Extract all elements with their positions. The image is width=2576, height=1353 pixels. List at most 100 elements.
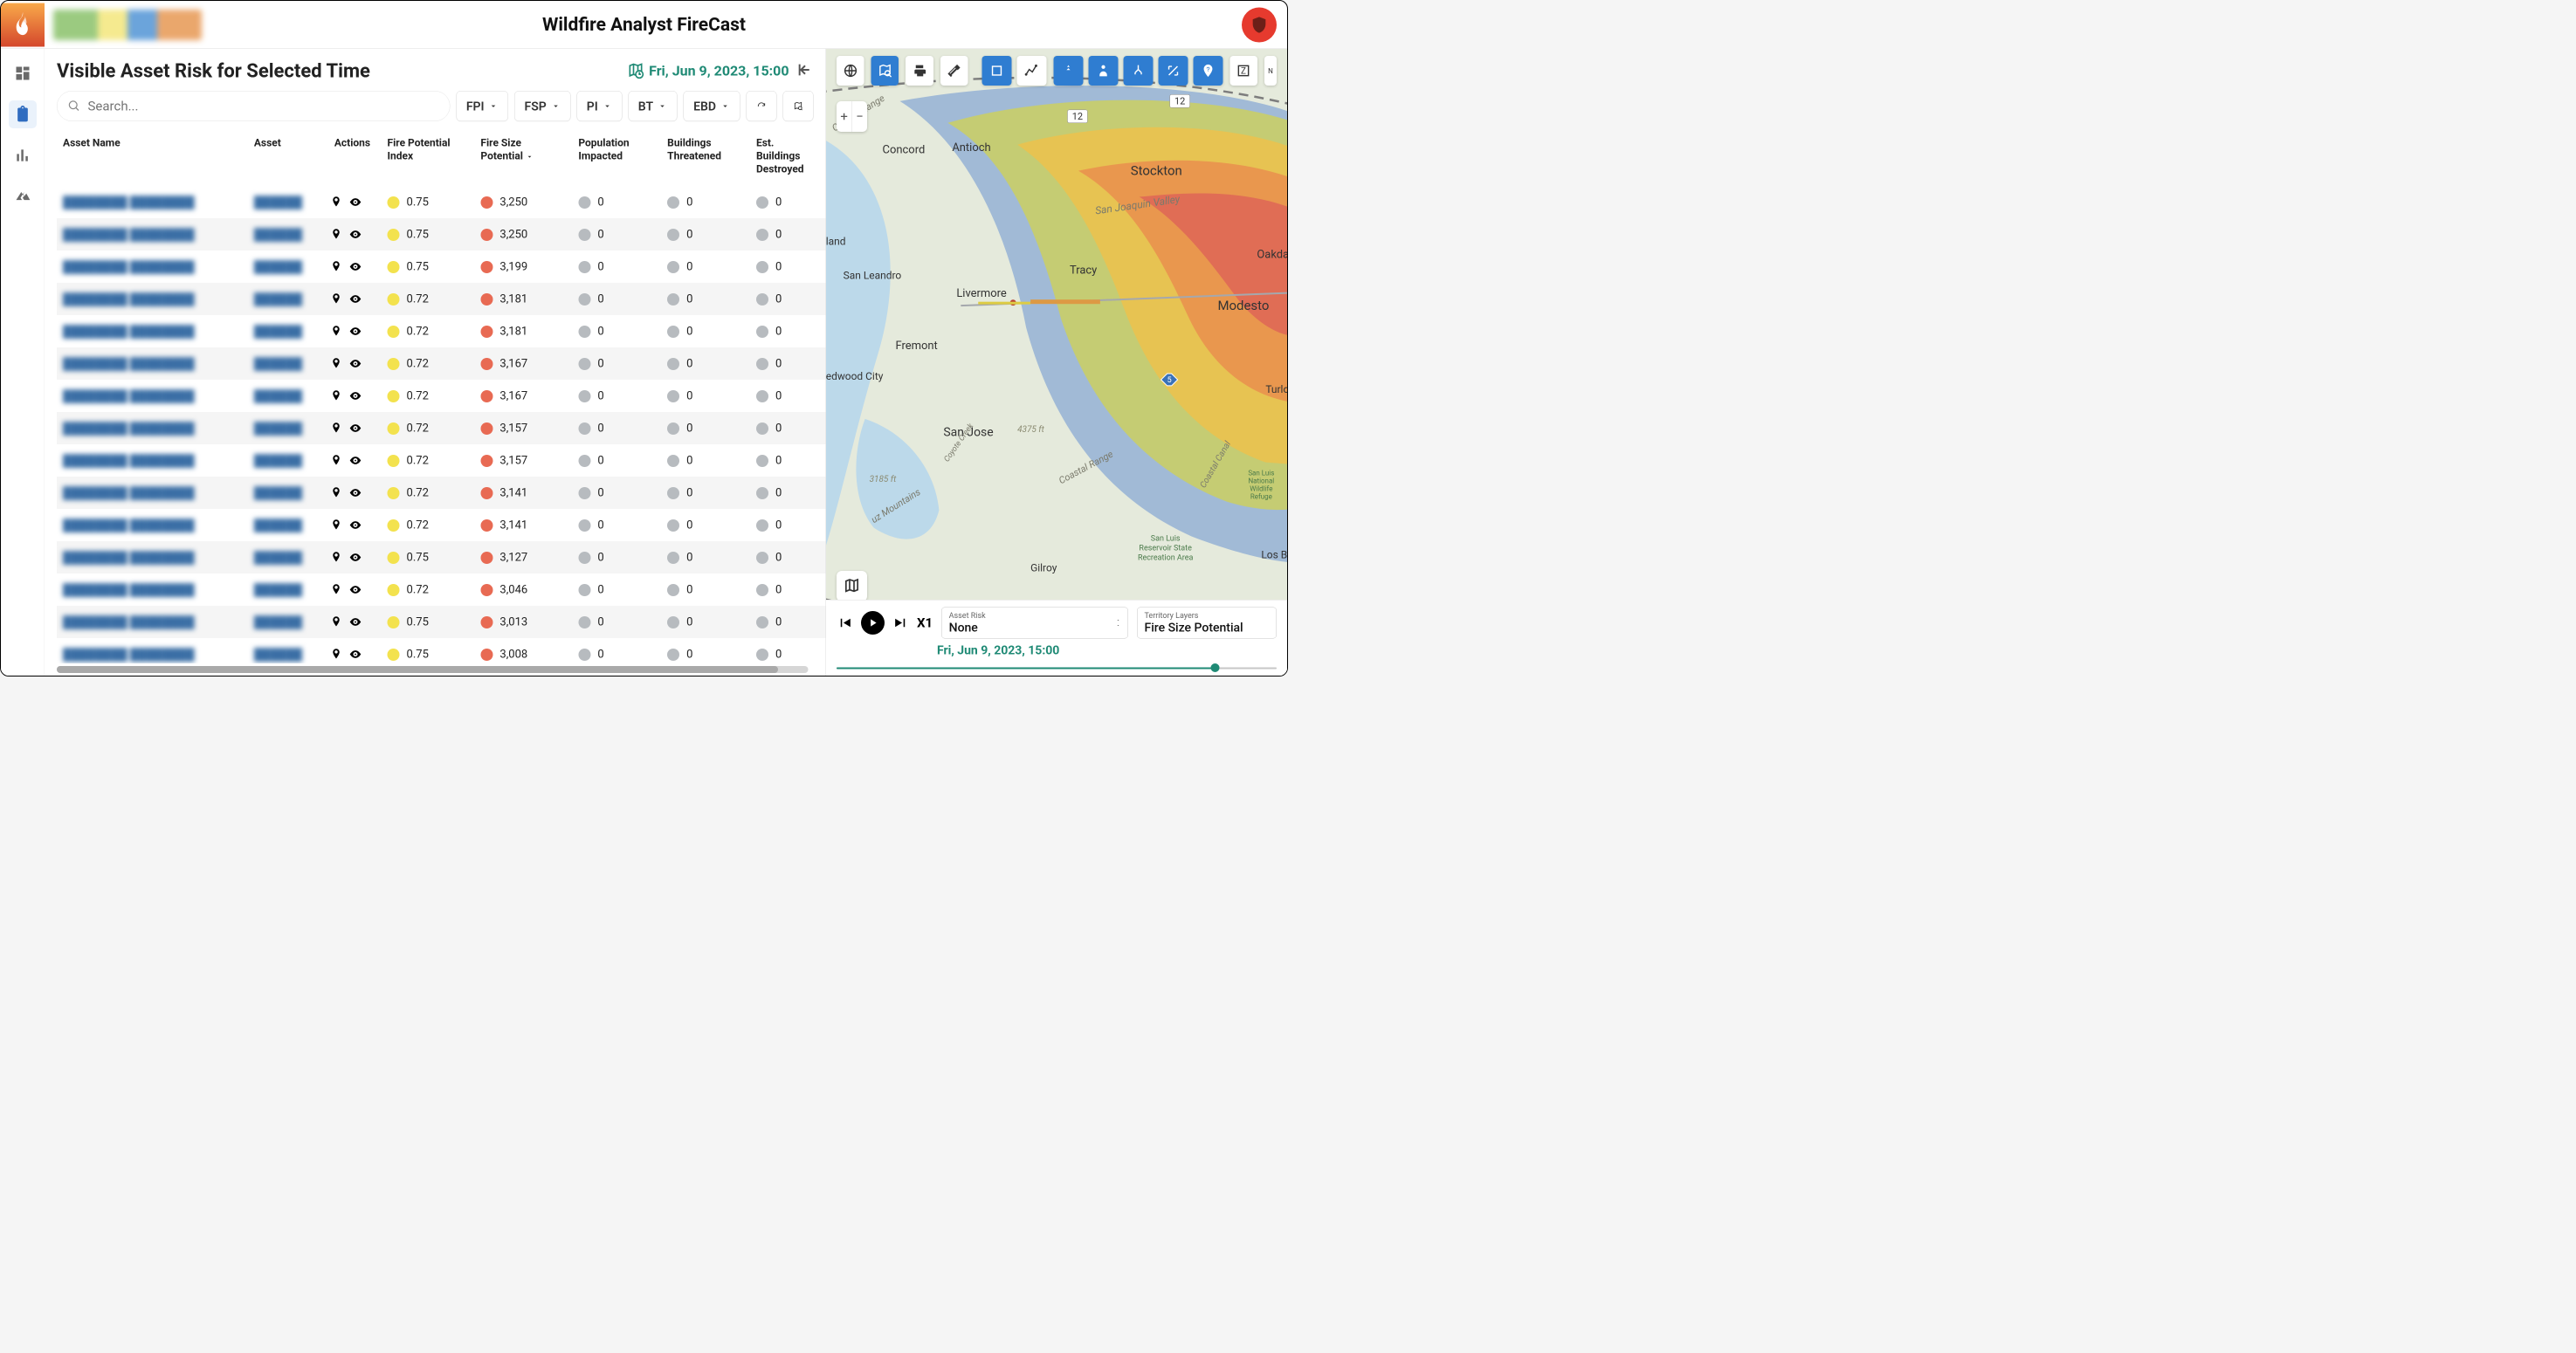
nav-asset-list[interactable] [9,100,37,128]
playback-speed[interactable]: X1 [917,615,933,631]
svg-text:Modesto: Modesto [1217,298,1269,313]
col-fsp[interactable]: Fire Size Potential [474,129,572,186]
table-row[interactable]: ████████ ████████ ██████ 0.75 3,250 0 0 … [57,218,826,251]
eye-icon[interactable] [348,648,362,661]
table-row[interactable]: ████████ ████████ ██████ 0.75 3,250 0 0 … [57,186,826,218]
legend-toggle[interactable] [837,571,867,601]
filter-ebd[interactable]: EBD [684,91,740,121]
layer-z[interactable]: Z [1229,56,1257,86]
more-tools[interactable]: N [1264,56,1277,86]
table-row[interactable]: ████████ ████████ ██████ 0.75 3,008 0 0 … [57,638,826,663]
table-row[interactable]: ████████ ████████ ██████ 0.72 3,181 0 0 … [57,315,826,347]
map-zoom-to-button[interactable] [783,91,814,121]
table-row[interactable]: ████████ ████████ ██████ 0.75 3,013 0 0 … [57,606,826,638]
locate-icon[interactable] [329,422,342,435]
table-row[interactable]: ████████ ████████ ██████ 0.72 3,141 0 0 … [57,477,826,509]
select-tool[interactable] [981,56,1011,86]
eye-icon[interactable] [348,389,362,402]
layer-b[interactable] [1088,56,1118,86]
territory-layer-selector[interactable]: Territory Layers Fire Size Potential [1137,608,1277,639]
measure-button[interactable] [940,56,968,86]
asset-risk-selector[interactable]: Asset Risk None [941,608,1128,639]
table-row[interactable]: ████████ ████████ ██████ 0.72 3,181 0 0 … [57,283,826,315]
table-row[interactable]: ████████ ████████ ██████ 0.75 3,127 0 0 … [57,541,826,573]
zoom-in[interactable]: + [837,101,852,132]
locate-icon[interactable] [329,615,342,628]
panel-date[interactable]: Fri, Jun 9, 2023, 15:00 [627,62,789,79]
nav-dashboard[interactable] [9,59,37,87]
eye-icon[interactable] [348,228,362,241]
skip-next-icon[interactable] [892,615,909,631]
locate-icon[interactable] [329,389,342,402]
col-pi[interactable]: Population Impacted [572,129,661,186]
asset-name-redacted: ████████ ████████ [63,228,195,241]
table-row[interactable]: ████████ ████████ ██████ 0.75 3,199 0 0 … [57,251,826,283]
eye-icon[interactable] [348,454,362,467]
locate-icon[interactable] [329,196,342,209]
line-tool[interactable] [1016,56,1046,86]
eye-icon[interactable] [348,292,362,306]
layer-d[interactable] [1158,56,1188,86]
filter-fsp[interactable]: FSP [514,91,570,121]
locate-icon[interactable] [329,454,342,467]
search-field[interactable] [57,91,450,121]
table-row[interactable]: ████████ ████████ ██████ 0.72 3,167 0 0 … [57,347,826,380]
nav-terrain[interactable] [9,182,37,210]
col-actions[interactable]: Actions [323,129,381,186]
skip-prev-icon[interactable] [837,615,853,631]
col-ebd[interactable]: Est. Buildings Destroyed [750,129,826,186]
time-slider[interactable] [837,665,1277,671]
filter-fpi[interactable]: FPI [456,91,508,121]
globe-button[interactable] [837,56,864,86]
eye-icon[interactable] [348,583,362,596]
eye-icon[interactable] [348,260,362,273]
shield-button[interactable] [1242,7,1277,42]
locate-icon[interactable] [329,260,342,273]
col-asset-name[interactable]: Asset Name [57,129,248,186]
map-search-button[interactable] [871,56,899,86]
svg-text:Oakda: Oakda [1257,248,1287,261]
locate-icon[interactable] [329,551,342,564]
col-bt[interactable]: Buildings Threatened [661,129,750,186]
eye-icon[interactable] [348,519,362,532]
eye-icon[interactable] [348,422,362,435]
eye-icon[interactable] [348,325,362,338]
eye-icon[interactable] [348,551,362,564]
filter-bt[interactable]: BT [628,91,677,121]
table-row[interactable]: ████████ ████████ ██████ 0.72 3,157 0 0 … [57,444,826,477]
table-row[interactable]: ████████ ████████ ██████ 0.72 3,141 0 0 … [57,509,826,541]
horizontal-scrollbar[interactable] [57,666,809,673]
asset-name-redacted: ████████ ████████ [63,292,195,306]
print-button[interactable] [906,56,933,86]
col-fpi[interactable]: Fire Potential Index [382,129,475,186]
locate-icon[interactable] [329,486,342,499]
locate-icon[interactable] [329,228,342,241]
col-asset[interactable]: Asset [248,129,324,186]
locate-icon[interactable] [329,583,342,596]
play-button[interactable] [861,611,885,635]
nav-charts[interactable] [9,141,37,169]
locate-icon[interactable] [329,648,342,661]
eye-icon[interactable] [348,615,362,628]
layer-e[interactable] [1193,56,1223,86]
locate-icon[interactable] [329,357,342,370]
slider-handle[interactable] [1210,663,1219,672]
collapse-panel-button[interactable] [797,62,814,80]
zoom-out[interactable]: − [852,101,867,132]
asset-id-redacted: ██████ [254,648,302,661]
layer-a[interactable] [1053,56,1083,86]
table-row[interactable]: ████████ ████████ ██████ 0.72 3,167 0 0 … [57,380,826,412]
locate-icon[interactable] [329,292,342,306]
eye-icon[interactable] [348,196,362,209]
refresh-button[interactable] [747,91,777,121]
eye-icon[interactable] [348,486,362,499]
table-row[interactable]: ████████ ████████ ██████ 0.72 3,157 0 0 … [57,412,826,444]
table-row[interactable]: ████████ ████████ ██████ 0.72 3,046 0 0 … [57,573,826,606]
eye-icon[interactable] [348,357,362,370]
locate-icon[interactable] [329,325,342,338]
locate-icon[interactable] [329,519,342,532]
layer-c[interactable] [1123,56,1153,86]
search-input[interactable] [88,99,439,114]
map-area[interactable]: 12 12 5 Concord Antioch Stockton Tracy L… [826,49,1287,676]
filter-pi[interactable]: PI [576,91,622,121]
